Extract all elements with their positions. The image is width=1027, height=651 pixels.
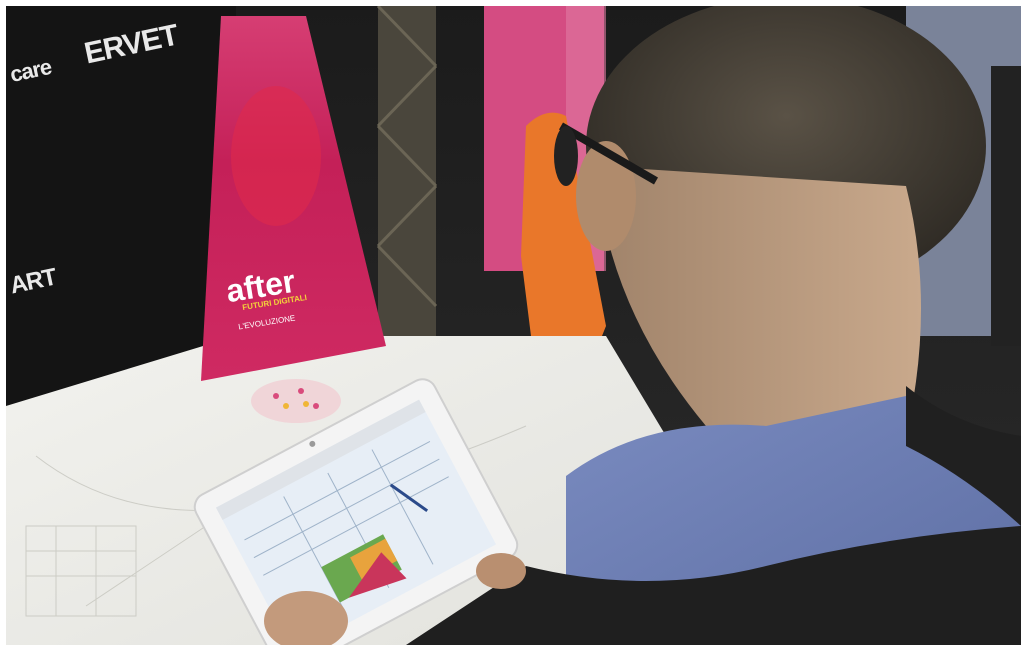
ear xyxy=(576,141,636,251)
confetti xyxy=(251,379,341,423)
photo-scene xyxy=(6,6,1021,645)
photo: ERVET care ART after FUTURI DIGITALI L'E… xyxy=(6,6,1021,645)
right-hand xyxy=(476,553,526,589)
